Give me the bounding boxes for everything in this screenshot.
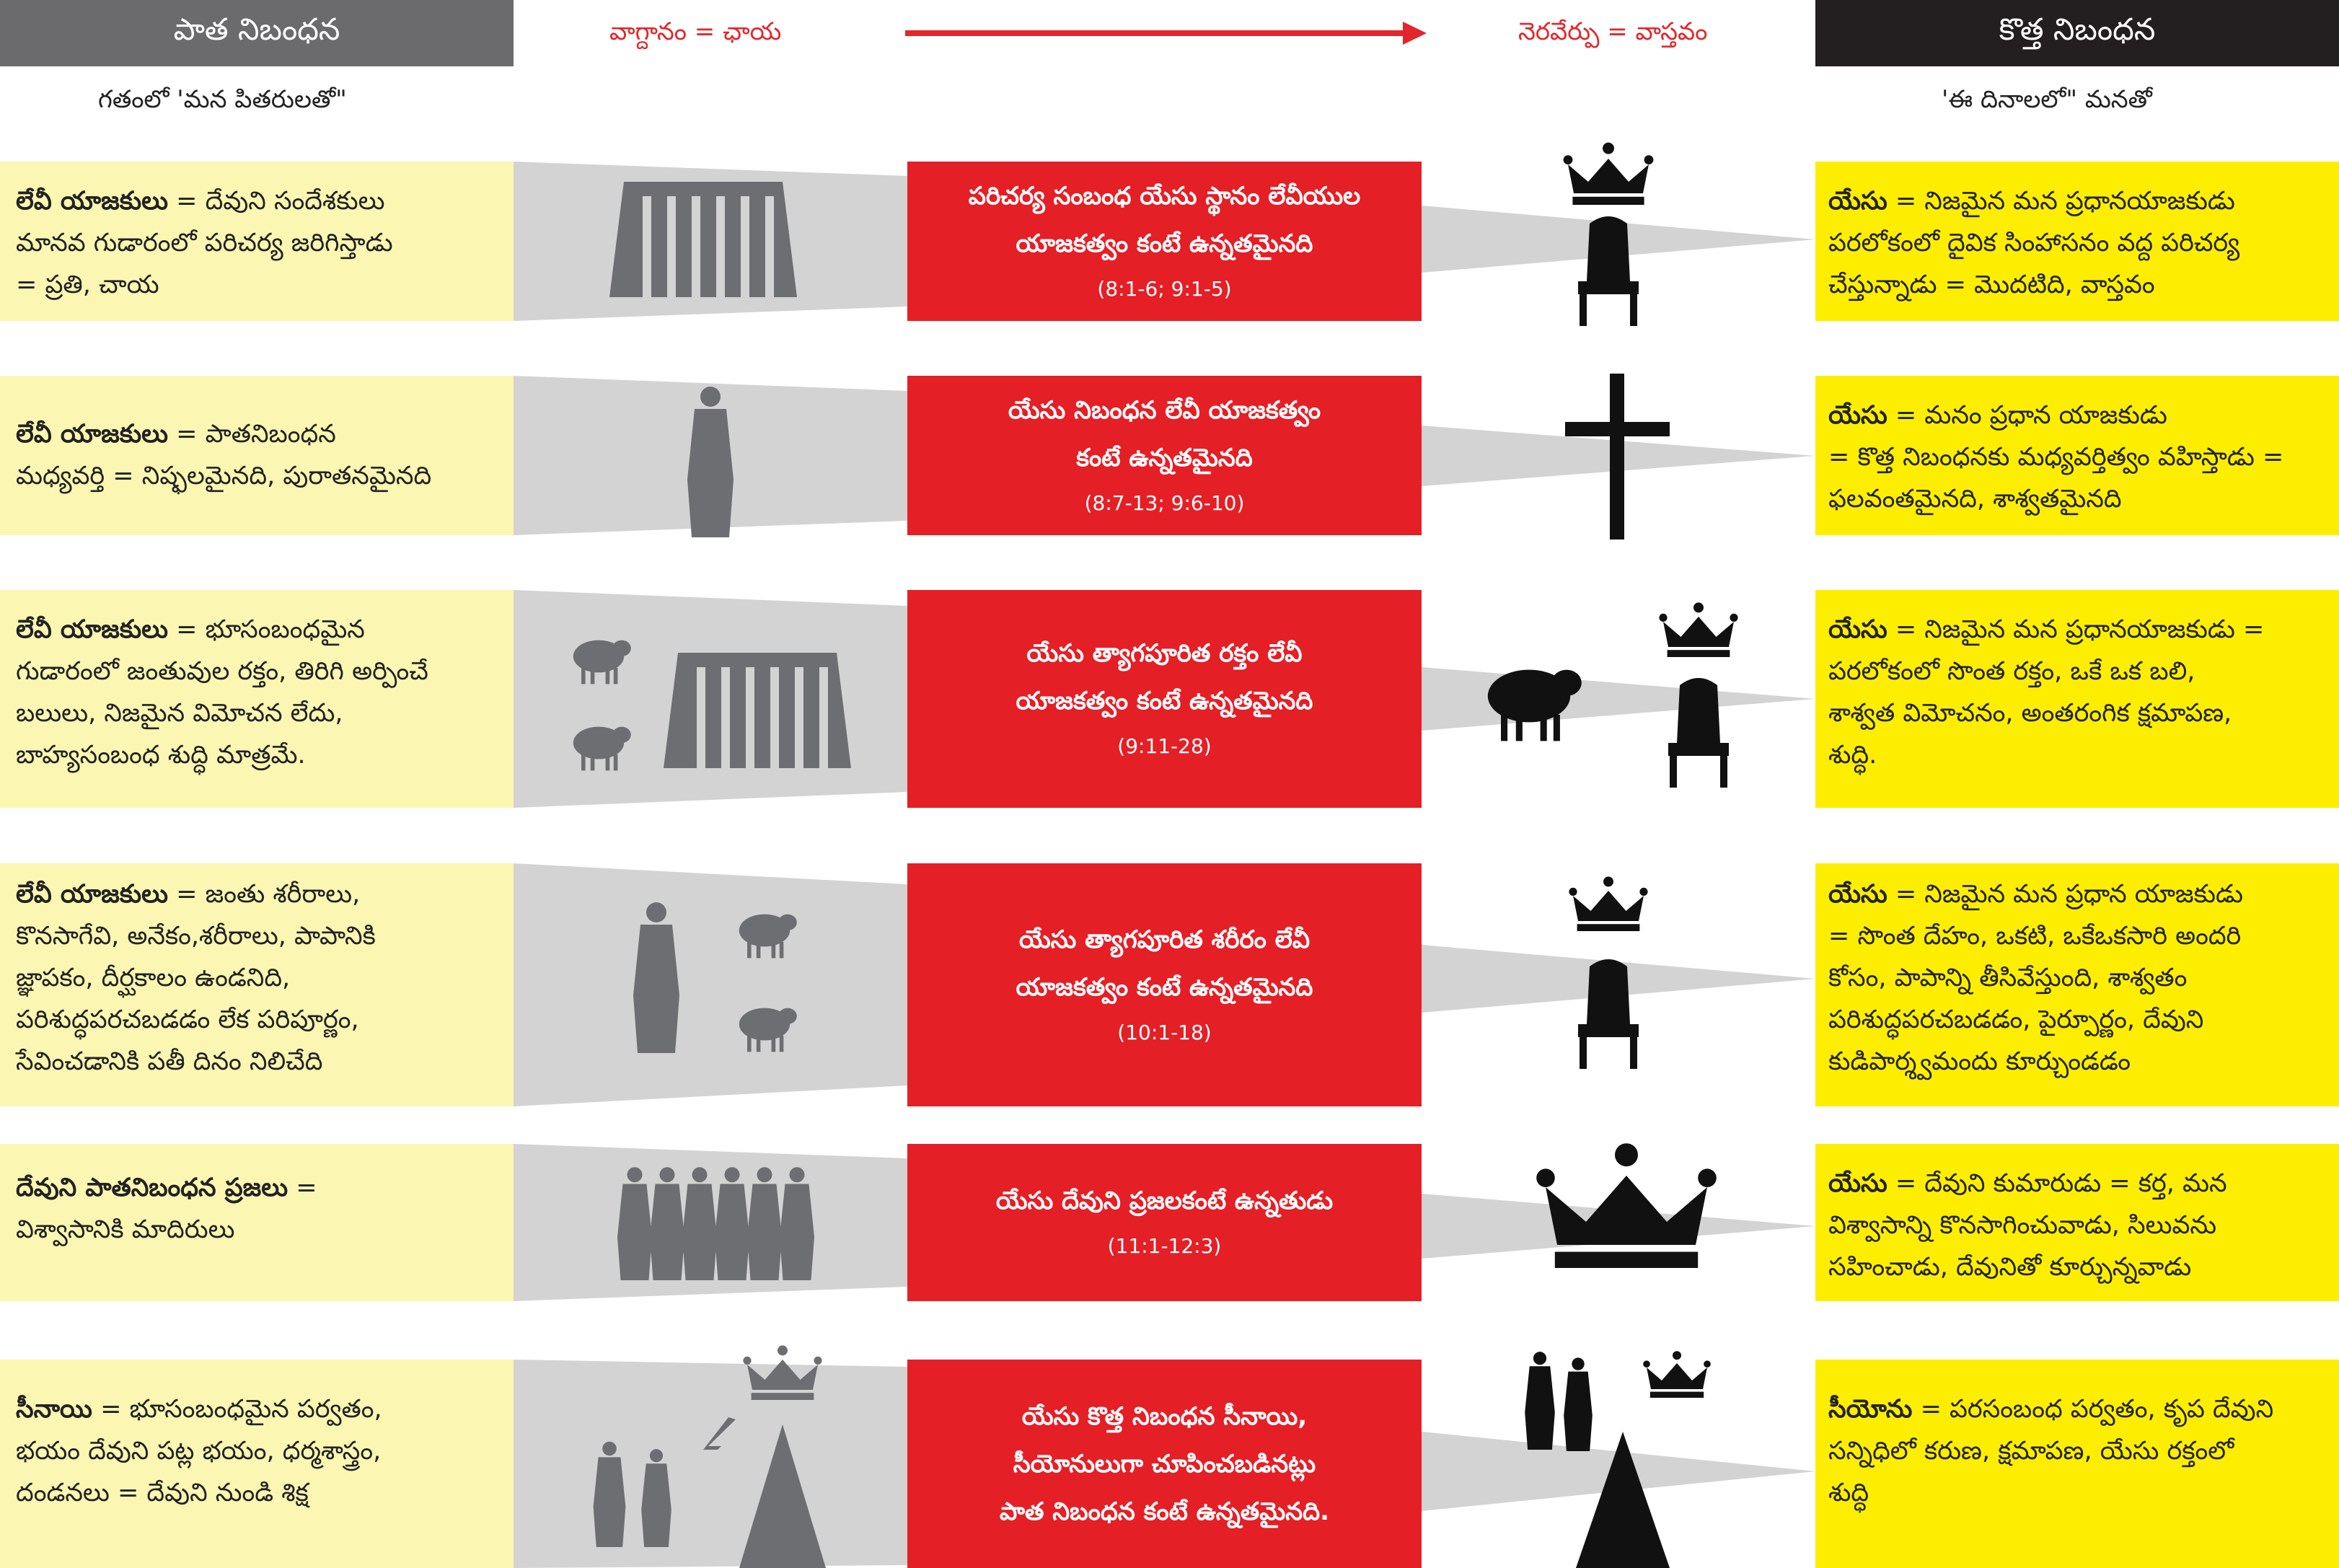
crown-icon bbox=[1643, 1351, 1711, 1398]
mountain-icon bbox=[1576, 1432, 1670, 1568]
priest-icon bbox=[687, 387, 734, 537]
lamb-icon bbox=[1487, 669, 1582, 741]
icon-layer bbox=[573, 142, 1738, 1568]
lightning-icon bbox=[685, 1417, 736, 1482]
mountain-icon bbox=[739, 1424, 826, 1568]
tabernacle-icon bbox=[609, 182, 797, 297]
priest-icon bbox=[633, 902, 679, 1053]
sheep-icon bbox=[573, 726, 631, 771]
crown-icon bbox=[1569, 876, 1648, 931]
throne-icon bbox=[1578, 216, 1639, 326]
tabernacle-icon bbox=[664, 653, 851, 768]
cross-icon bbox=[1565, 374, 1670, 539]
people-group-icon bbox=[617, 1167, 814, 1280]
sheep-icon bbox=[573, 640, 631, 684]
crown-icon bbox=[1536, 1143, 1717, 1268]
crown-icon bbox=[1659, 602, 1738, 657]
crown-icon bbox=[1563, 142, 1654, 205]
throne-icon bbox=[1668, 678, 1729, 788]
throne-icon bbox=[1578, 959, 1639, 1069]
sheep-icon bbox=[739, 1008, 797, 1052]
people-icon bbox=[593, 1441, 671, 1547]
crown-icon bbox=[743, 1345, 822, 1400]
people-icon bbox=[1525, 1352, 1593, 1451]
sheep-icon bbox=[739, 914, 797, 959]
